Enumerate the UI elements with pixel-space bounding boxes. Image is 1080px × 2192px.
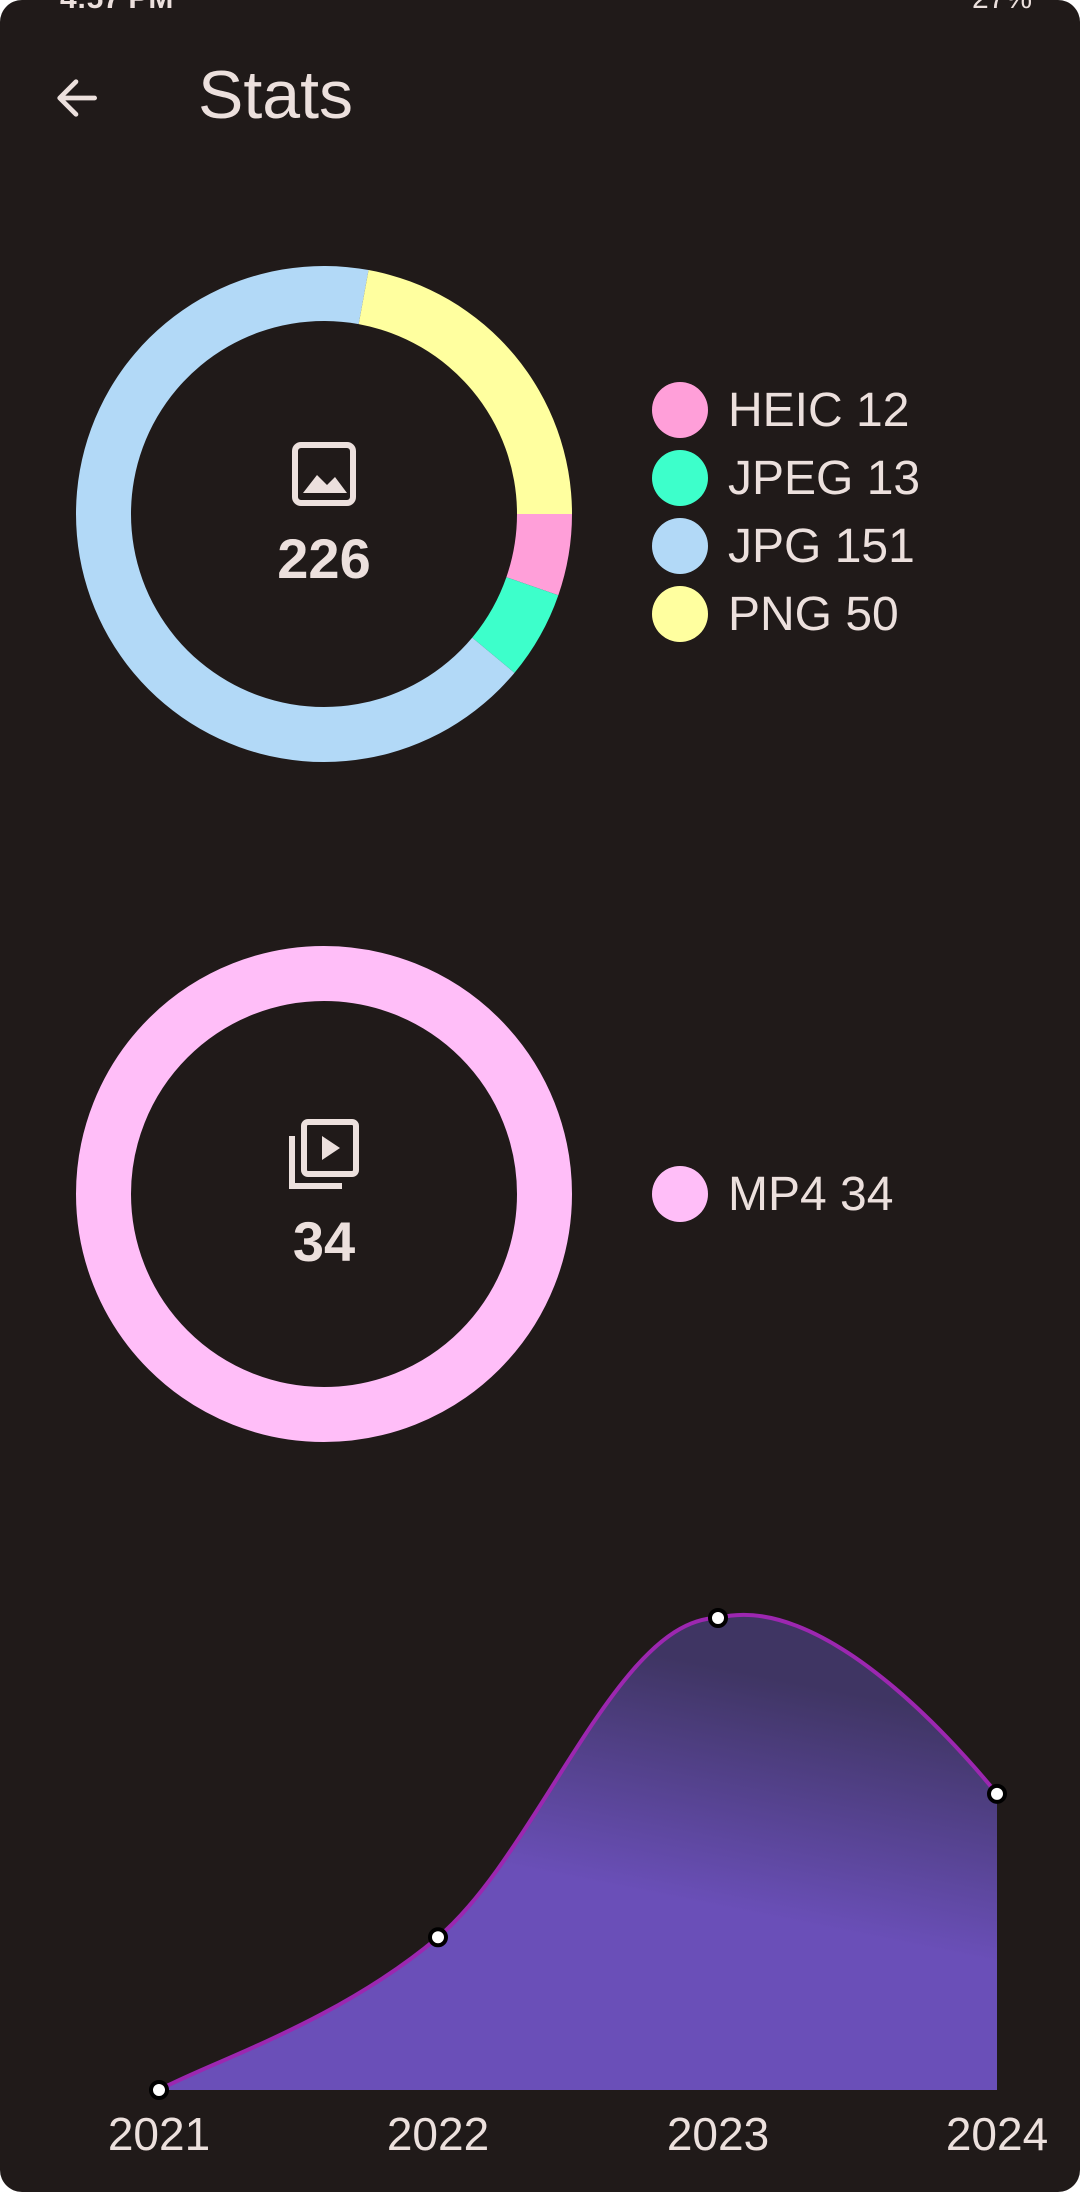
legend-label: HEIC 12	[728, 383, 910, 437]
legend-dot	[652, 1166, 708, 1222]
arrow-back-icon	[57, 79, 97, 117]
page-title: Stats	[198, 57, 353, 133]
videos-donut-chart: 34	[76, 946, 572, 1442]
data-point-2022	[428, 1927, 448, 1948]
back-button[interactable]	[36, 58, 116, 138]
app-bar: Stats	[0, 0, 1080, 200]
x-tick-label: 2024	[946, 2108, 1048, 2160]
data-point-2024	[987, 1783, 1007, 1804]
images-donut-svg	[75, 266, 572, 762]
stats-screen: 4:57 PM 27% Stats 226 HE	[0, 0, 1080, 2192]
area-fill	[159, 1614, 997, 2090]
legend-dot	[652, 518, 708, 574]
yearly-area-chart: 2021 2022 2023 2024	[108, 1608, 1048, 2160]
images-legend: HEIC 12 JPEG 13 JPG 151 PNG 50	[652, 376, 920, 648]
legend-dot	[652, 382, 708, 438]
x-tick-label: 2023	[667, 2108, 769, 2160]
legend-label: PNG 50	[728, 587, 899, 641]
legend-item: HEIC 12	[652, 376, 920, 444]
legend-dot	[652, 586, 708, 642]
images-donut-chart: 226	[75, 266, 572, 762]
x-tick-label: 2022	[387, 2108, 489, 2160]
videos-donut-svg	[76, 946, 572, 1442]
legend-label: JPEG 13	[728, 451, 921, 505]
legend-item: JPEG 13	[652, 444, 920, 512]
legend-dot	[652, 450, 708, 506]
donut-slice-png	[358, 270, 572, 514]
legend-label: JPG 151	[728, 519, 915, 573]
legend-item: JPG 151	[652, 512, 920, 580]
x-tick-label: 2021	[108, 2108, 210, 2160]
videos-legend: MP4 34	[652, 1160, 893, 1228]
data-point-2023	[708, 1608, 728, 1628]
data-point-2021	[149, 2080, 169, 2100]
legend-item: PNG 50	[652, 580, 920, 648]
legend-item: MP4 34	[652, 1160, 893, 1228]
legend-label: MP4 34	[728, 1167, 894, 1221]
donut-slice-mp4	[76, 946, 572, 1442]
